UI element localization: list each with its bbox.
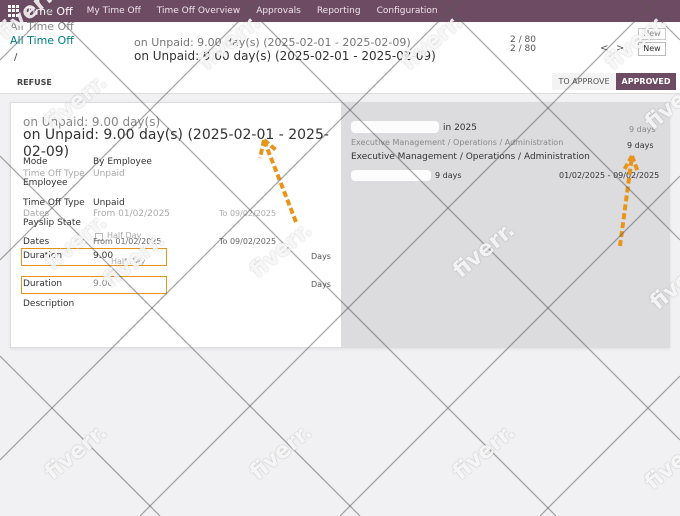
dates-from-ghost: From 01/02/2025 bbox=[93, 209, 171, 219]
new-button[interactable]: New bbox=[638, 42, 666, 56]
description-label: Description bbox=[23, 299, 75, 309]
pager-next-button[interactable]: > bbox=[616, 43, 624, 54]
mode-label: Mode bbox=[23, 157, 48, 167]
dates-label: Dates bbox=[23, 237, 50, 247]
payslip-state-label: Payslip State bbox=[23, 218, 81, 228]
duration-unit: Days bbox=[311, 252, 331, 261]
side-department: Executive Management / Operations / Admi… bbox=[351, 152, 590, 162]
type-value-ghost: Unpaid bbox=[93, 169, 125, 179]
menu-approvals[interactable]: Approvals bbox=[256, 6, 301, 16]
time-off-type-label: Time Off Type bbox=[23, 198, 85, 208]
top-navbar: Time Off My Time Off Time Off Overview A… bbox=[0, 0, 680, 22]
control-panel: All Time Off All Time Off / on Unpaid: 9… bbox=[0, 20, 680, 94]
time-off-type-value[interactable]: Unpaid bbox=[93, 198, 125, 208]
redacted-employee bbox=[351, 121, 439, 133]
half-day-ghost: Half Day bbox=[111, 257, 146, 266]
new-button-ghost: New bbox=[638, 28, 666, 40]
form-title: on Unpaid: 9.00 day(s) (2025-02-01 - 202… bbox=[23, 127, 329, 160]
date-to-field[interactable]: To 09/02/2025 bbox=[219, 237, 276, 246]
watermark-text: fiverr. bbox=[640, 429, 680, 496]
stage-to-approve[interactable]: TO APPROVE bbox=[552, 73, 616, 90]
side-header: in 2025 bbox=[443, 123, 477, 133]
pager-prev-button[interactable]: < bbox=[600, 43, 608, 54]
refuse-button[interactable]: REFUSE bbox=[17, 78, 52, 87]
app-name[interactable]: Time Off bbox=[26, 5, 73, 18]
record-title-ghost: on Unpaid: 9.00 day(s) (2025-02-01 - 202… bbox=[134, 36, 411, 49]
duration-field-2[interactable]: 9.00 bbox=[93, 279, 113, 289]
duration-label-2: Duration bbox=[23, 279, 63, 289]
stage-approved[interactable]: APPROVED bbox=[616, 73, 676, 90]
side-dept-ghost: Executive Management / Operations / Admi… bbox=[351, 138, 564, 147]
duration-label: Duration bbox=[23, 251, 63, 261]
menu-time-off-overview[interactable]: Time Off Overview bbox=[157, 6, 240, 16]
side-row-date: 01/02/2025 - 09/02/2025 bbox=[559, 171, 660, 180]
menu-my-time-off[interactable]: My Time Off bbox=[87, 6, 141, 16]
pager-value: 2 / 80 bbox=[510, 44, 536, 54]
mode-value[interactable]: By Employee bbox=[93, 157, 152, 167]
side-days-ghost: 9 days bbox=[629, 125, 656, 134]
watermark-text: fiverr. bbox=[448, 419, 521, 486]
redacted-row-name bbox=[351, 170, 431, 181]
apps-menu-icon[interactable] bbox=[8, 5, 20, 17]
date-from-field[interactable]: From 01/02/2025 bbox=[93, 237, 161, 246]
watermark-text: fiverr. bbox=[245, 419, 318, 486]
side-panel: in 2025 Executive Management / Operation… bbox=[341, 103, 670, 347]
watermark-text: fiverr. bbox=[40, 419, 113, 486]
breadcrumb-separator: / bbox=[14, 52, 18, 63]
breadcrumb-all-time-off[interactable]: All Time Off bbox=[10, 34, 74, 47]
duration-unit-2: Days bbox=[311, 280, 331, 289]
side-row-days: 9 days bbox=[435, 171, 462, 180]
breadcrumb-ghost: All Time Off bbox=[10, 20, 74, 33]
menu-configuration[interactable]: Configuration bbox=[377, 6, 438, 16]
record-title: on Unpaid: 9.00 day(s) (2025-02-01 - 202… bbox=[134, 49, 436, 63]
dates-to-ghost: To 09/02/2025 bbox=[219, 209, 277, 218]
menu-reporting[interactable]: Reporting bbox=[317, 6, 361, 16]
form-sheet: on Unpaid: 9.00 day(s) on Unpaid: 9.00 d… bbox=[10, 102, 670, 348]
side-days: 9 days bbox=[627, 141, 654, 150]
employee-label: Employee bbox=[23, 178, 68, 188]
